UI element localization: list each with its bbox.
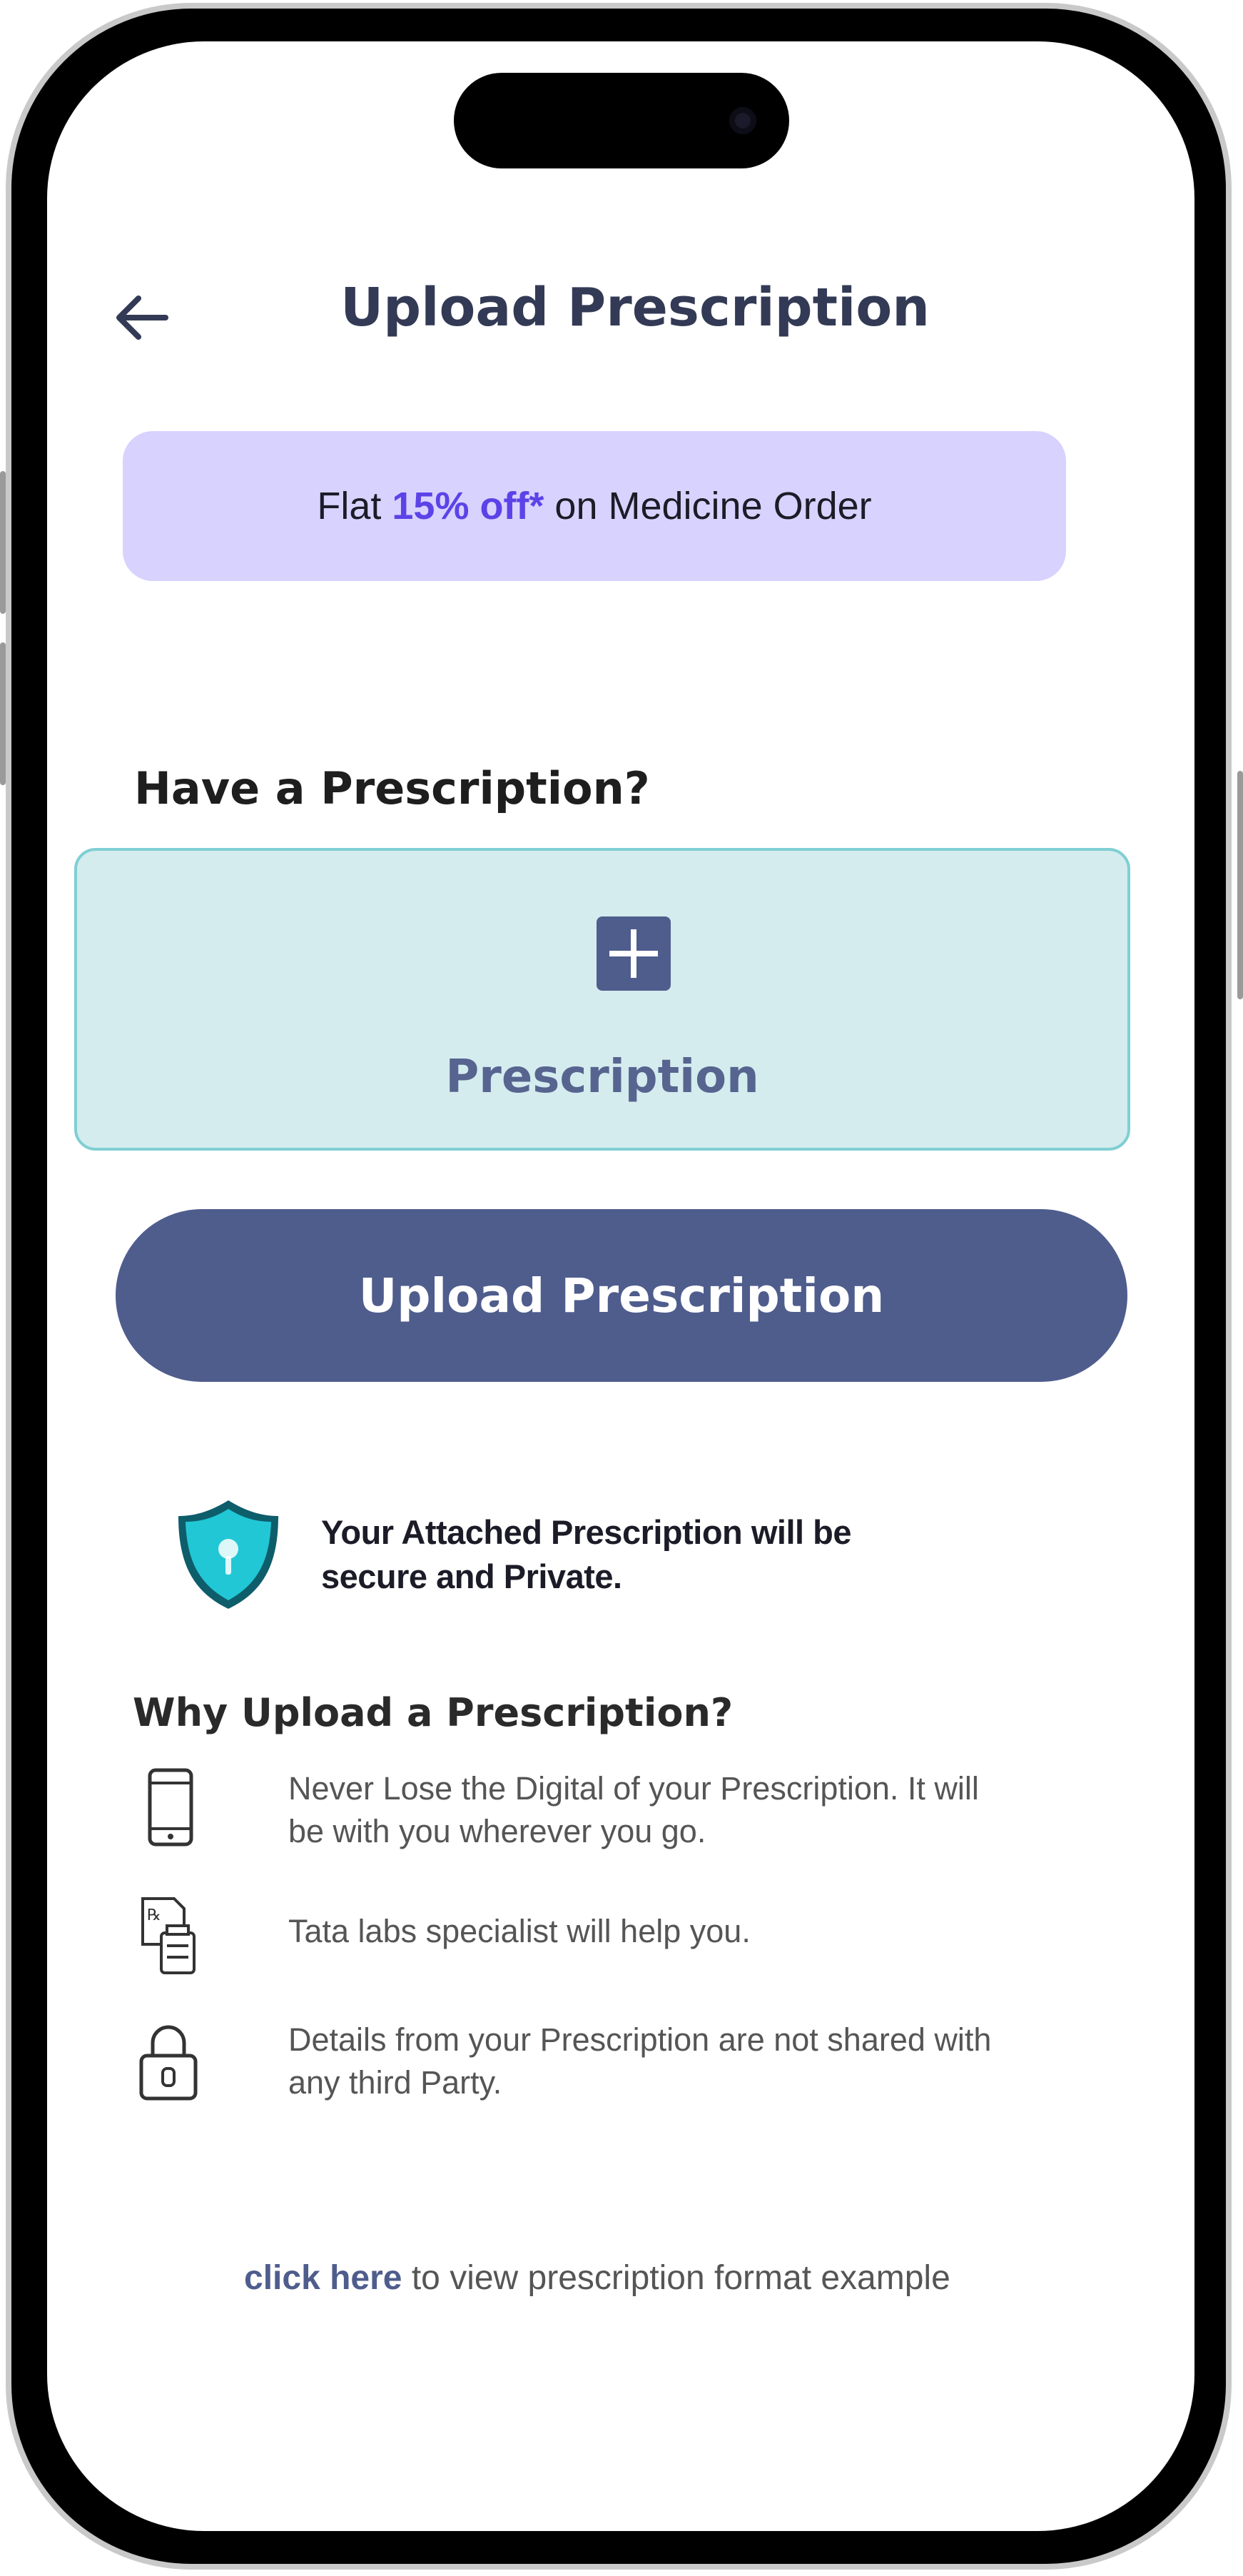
plus-icon <box>597 916 671 991</box>
upload-prescription-button[interactable]: Upload Prescription <box>116 1209 1127 1382</box>
app-screen: Upload Prescription Flat 15% off* on Med… <box>47 41 1194 2531</box>
format-example-text: to view prescription format example <box>402 2259 950 2297</box>
prescription-icon: ℞ <box>141 1897 196 1974</box>
page-title: Upload Prescription <box>340 277 930 338</box>
secure-text-line1: Your Attached Prescription will be <box>321 1513 851 1551</box>
why-title: Why Upload a Prescription? <box>133 1690 734 1735</box>
secure-text: Your Attached Prescription will be secur… <box>321 1510 851 1599</box>
benefit-line2: any third Party. <box>288 2064 502 2101</box>
phone-icon <box>148 1768 193 1847</box>
add-prescription-dropzone[interactable]: Prescription <box>74 848 1130 1151</box>
dynamic-island <box>454 73 789 168</box>
side-button-left-1 <box>0 471 6 614</box>
section-title: Have a Prescription? <box>134 762 650 814</box>
benefit-line1: Details from your Prescription are not s… <box>288 2021 992 2058</box>
benefit-line1: Never Lose the Digital of your Prescript… <box>288 1770 979 1807</box>
benefit-item: Details from your Prescription are not s… <box>133 2019 1117 2111</box>
offer-discount: 15% off* <box>392 485 544 527</box>
shield-icon <box>178 1500 278 1609</box>
secure-text-line2: secure and Private. <box>321 1557 622 1595</box>
offer-prefix: Flat <box>317 485 392 527</box>
dropzone-label: Prescription <box>445 1051 759 1103</box>
offer-banner: Flat 15% off* on Medicine Order <box>123 431 1066 581</box>
benefit-line2: be with you wherever you go. <box>288 1813 706 1849</box>
offer-suffix: on Medicine Order <box>544 485 872 527</box>
benefit-item: ℞ Tata labs specialist will help you. <box>133 1894 1117 1987</box>
click-here-link[interactable]: click here <box>244 2259 402 2297</box>
side-button-left-2 <box>0 642 6 785</box>
camera-icon <box>729 107 756 134</box>
side-button-right <box>1237 771 1243 999</box>
lock-icon <box>139 2025 198 2101</box>
benefit-text: Never Lose the Digital of your Prescript… <box>288 1767 1116 1853</box>
svg-text:℞: ℞ <box>147 1906 161 1924</box>
format-example-note: click here to view prescription format e… <box>244 2258 950 2298</box>
benefit-item: Never Lose the Digital of your Prescript… <box>133 1767 1117 1860</box>
benefit-text: Tata labs specialist will help you. <box>288 1913 751 1949</box>
secure-note: Your Attached Prescription will be secur… <box>173 1497 958 1619</box>
benefit-text: Details from your Prescription are not s… <box>288 2019 1116 2104</box>
